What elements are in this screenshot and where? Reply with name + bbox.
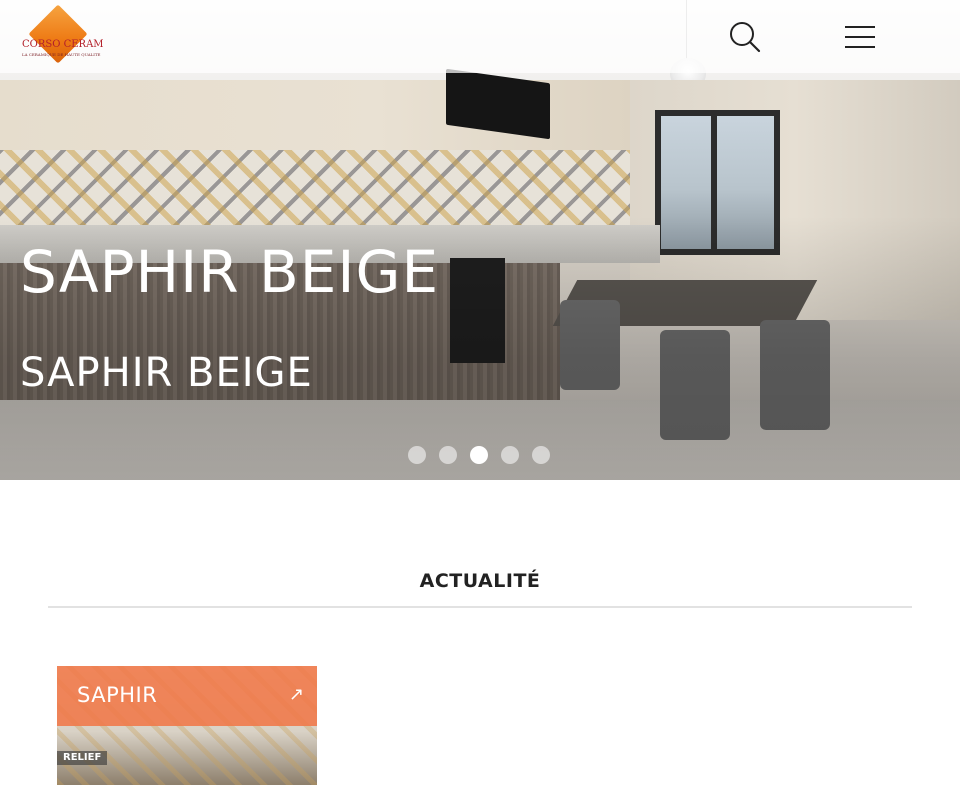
search-icon (730, 22, 761, 53)
menu-button[interactable] (845, 26, 875, 48)
news-card-saphir[interactable]: SAPHIR ↗ RELIEF (57, 666, 317, 785)
logo-text: CORSO CERAM (22, 39, 104, 50)
section-title-actualite: ACTUALITÉ (419, 570, 541, 592)
slider-dot-4[interactable] (501, 446, 519, 464)
site-header: CORSO CERAM LA CERAMIQUE DE HAUTE QUALIT… (0, 0, 960, 73)
section-divider (48, 606, 912, 608)
slider-dot-2[interactable] (439, 446, 457, 464)
slider-dot-1[interactable] (408, 446, 426, 464)
hero-subtitle: SAPHIR BEIGE (20, 350, 313, 396)
search-button[interactable] (728, 20, 762, 54)
news-card-badge: RELIEF (57, 751, 108, 765)
slider-pagination (408, 446, 550, 464)
slider-dot-5[interactable] (532, 446, 550, 464)
logo-tagline: LA CERAMIQUE DE HAUTE QUALITE (22, 52, 101, 57)
slider-dot-3-active[interactable] (470, 446, 488, 464)
logo[interactable]: CORSO CERAM LA CERAMIQUE DE HAUTE QUALIT… (20, 3, 104, 67)
arrow-up-right-icon: ↗ (289, 684, 305, 705)
hamburger-menu-icon (845, 26, 875, 28)
hero-title: SAPHIR BEIGE (20, 238, 440, 306)
news-card-title: SAPHIR (77, 683, 158, 707)
hamburger-menu-icon (845, 46, 875, 48)
hamburger-menu-icon (845, 36, 875, 38)
